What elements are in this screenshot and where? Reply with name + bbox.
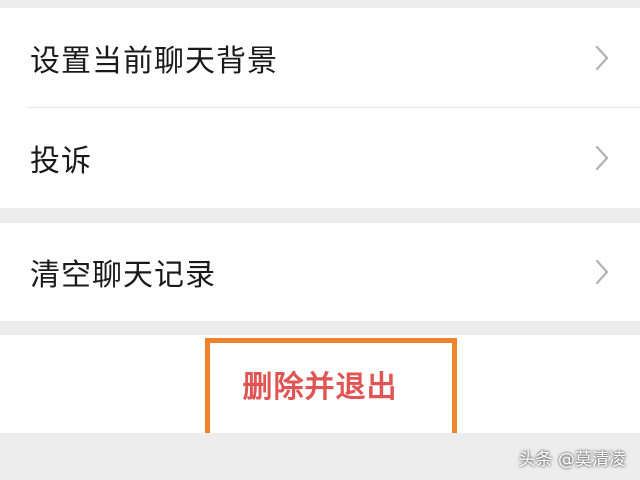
clear-chat-history-label: 清空聊天记录 (30, 258, 216, 293)
top-gap (0, 0, 640, 8)
highlight-annotation-box (205, 338, 457, 442)
clear-chat-history-row[interactable]: 清空聊天记录 (0, 223, 640, 321)
watermark: 头条 @莫清凌 (518, 450, 626, 470)
chevron-right-icon (595, 45, 609, 71)
set-chat-background-label: 设置当前聊天背景 (30, 44, 278, 79)
chevron-right-icon (595, 259, 609, 285)
complaint-row[interactable]: 投诉 (0, 108, 640, 208)
set-chat-background-row[interactable]: 设置当前聊天背景 (0, 8, 640, 108)
settings-group-1: 设置当前聊天背景 投诉 (0, 8, 640, 208)
complaint-label: 投诉 (30, 144, 92, 179)
settings-group-2: 清空聊天记录 (0, 223, 640, 321)
chevron-right-icon (595, 145, 609, 171)
